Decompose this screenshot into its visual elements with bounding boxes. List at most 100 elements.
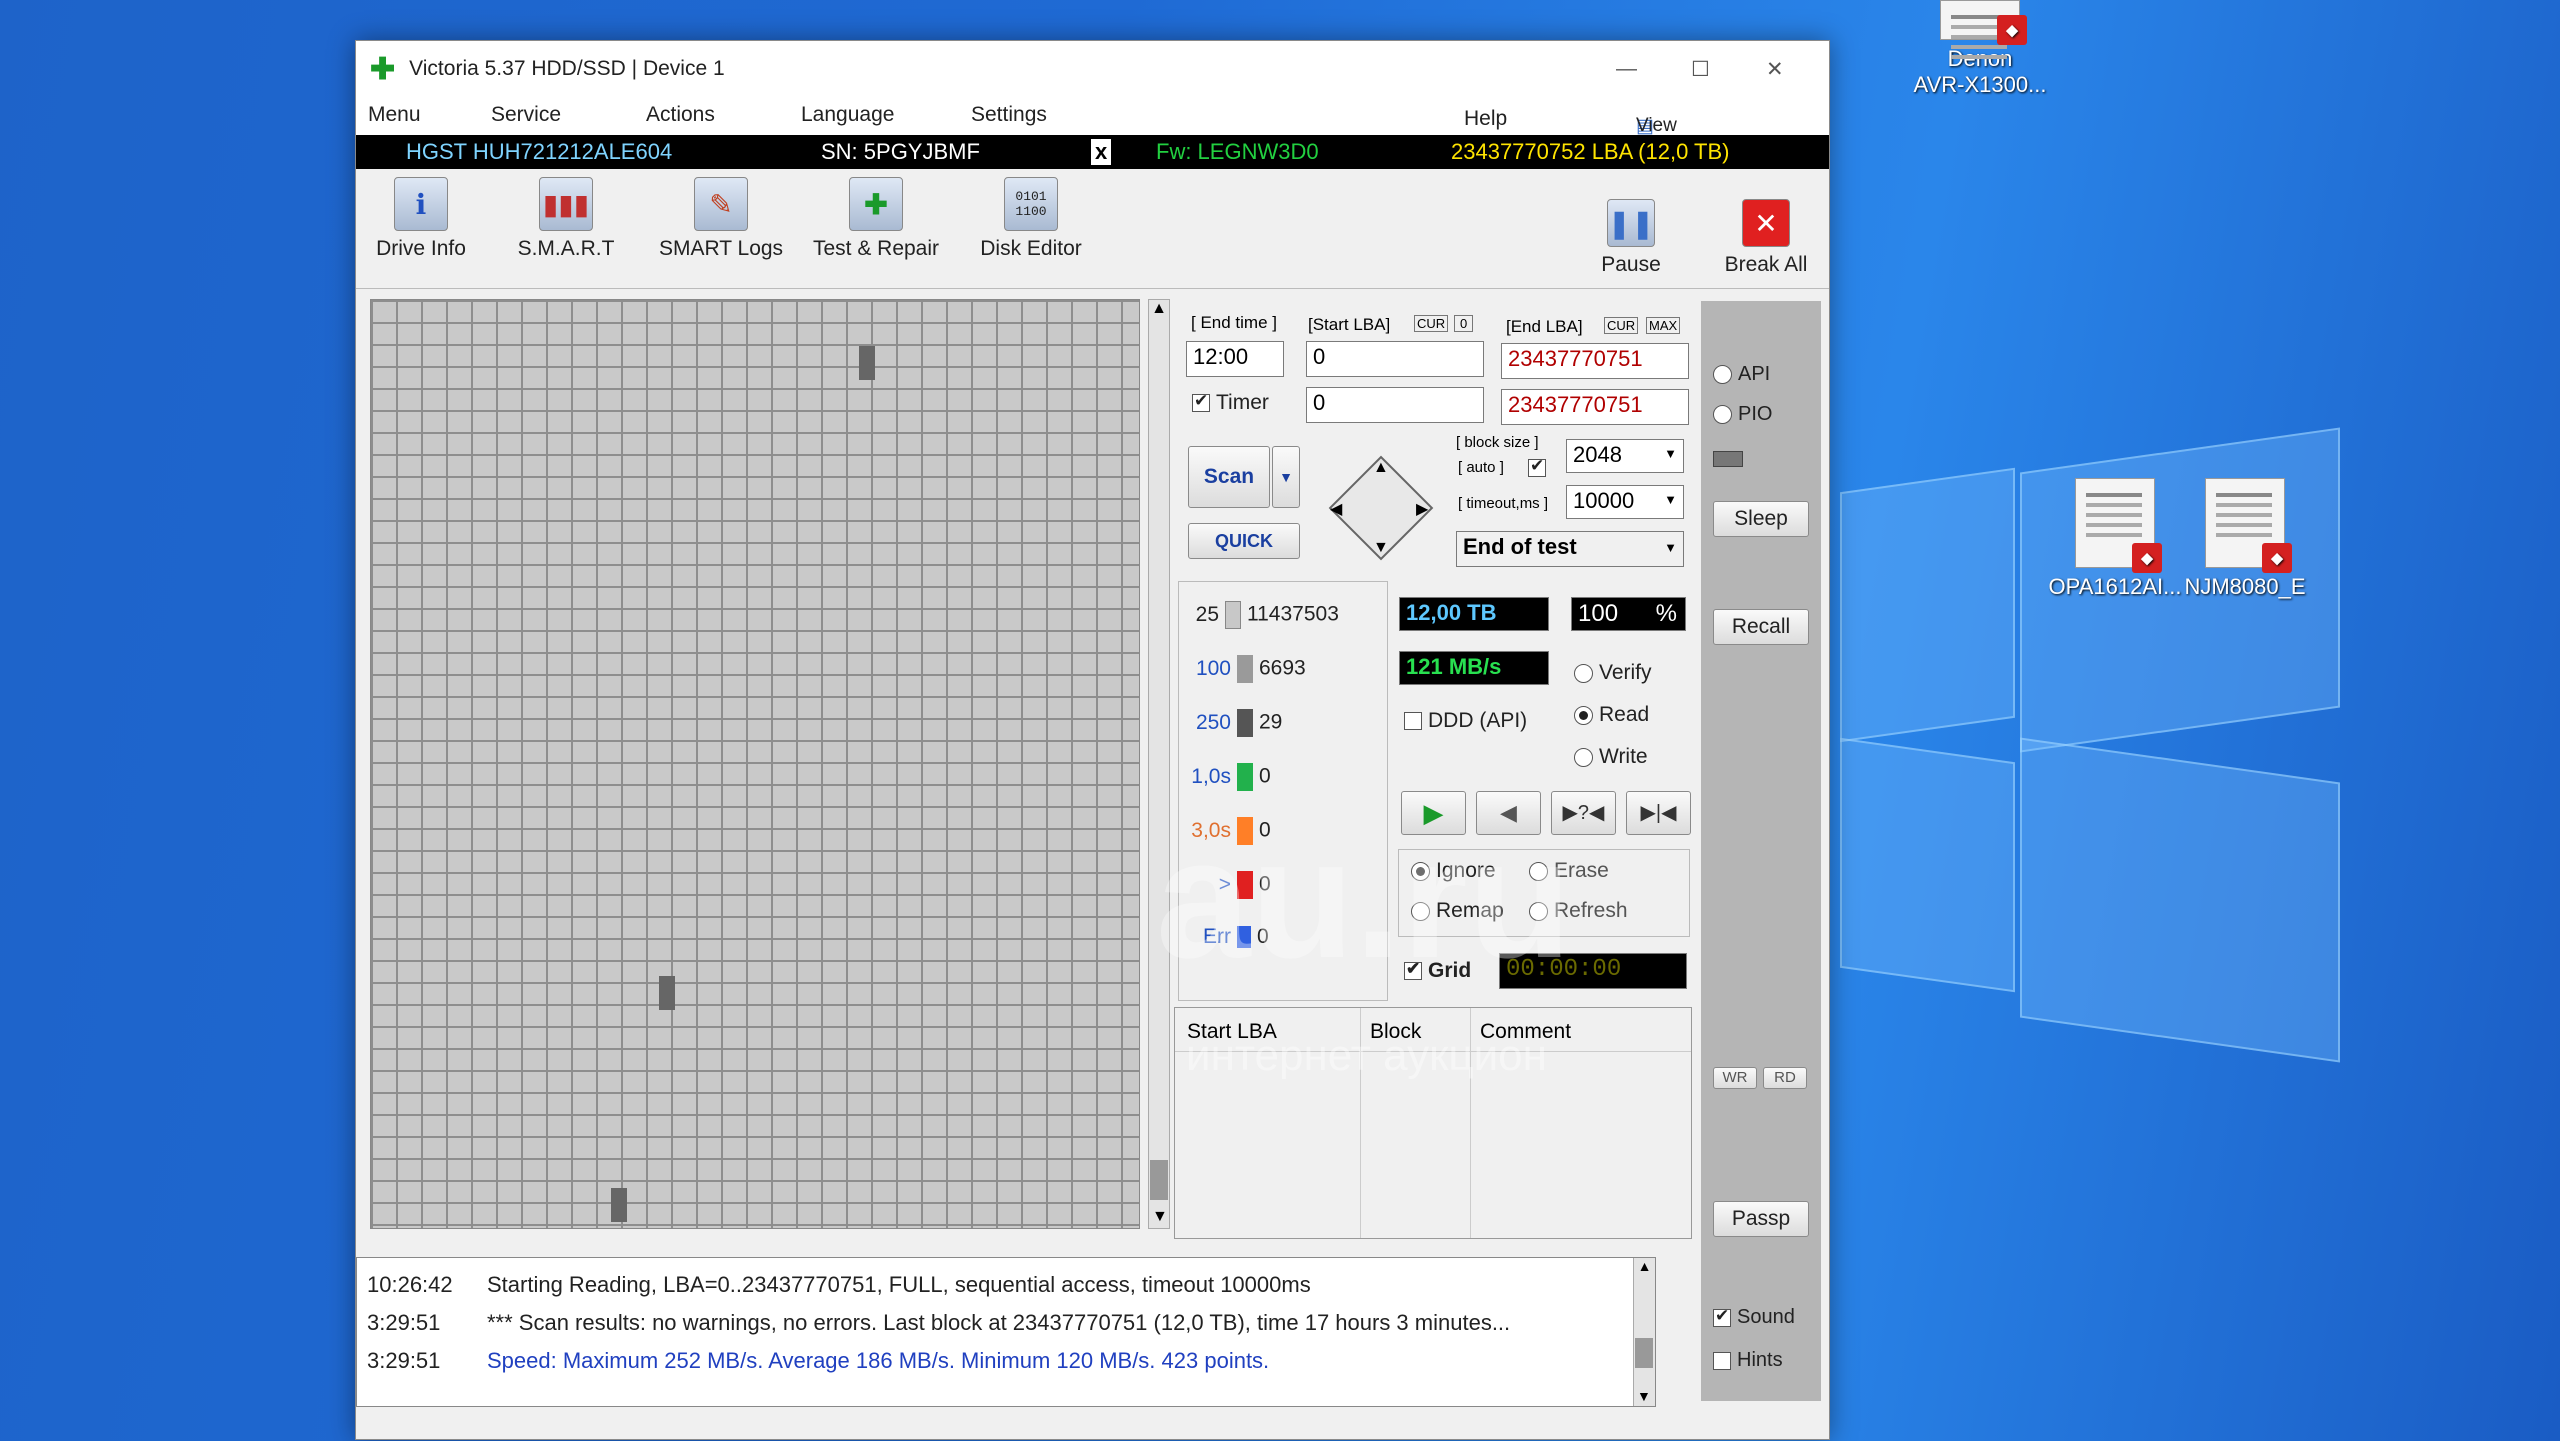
drive-info-label: Drive Info (376, 237, 466, 260)
grid-block-slow (659, 976, 675, 1010)
end-max-button[interactable]: MAX (1646, 317, 1681, 334)
timeout-select[interactable]: 10000 ▼ (1566, 485, 1684, 519)
smart-button[interactable]: ▮▮▮ S.M.A.R.T (501, 177, 631, 261)
hints-label: Hints (1737, 1349, 1783, 1371)
wr-indicator: WR (1713, 1067, 1757, 1089)
menu-item-help[interactable]: Help (1464, 107, 1507, 131)
menu-item-service[interactable]: Service (491, 103, 561, 127)
start-zero-button[interactable]: 0 (1454, 315, 1474, 332)
smart-logs-button[interactable]: ✎ SMART Logs (656, 177, 786, 261)
block-size-select[interactable]: 2048 ▼ (1566, 439, 1684, 473)
break-all-label: Break All (1724, 253, 1808, 276)
recall-label: Recall (1731, 615, 1791, 638)
pdf-file-icon: ⬥ (1940, 0, 2027, 45)
arrow-right-icon[interactable]: ▶ (1416, 499, 1428, 519)
pause-label: Pause (1601, 253, 1661, 276)
desktop-icon-opa1612[interactable]: ⬥ OPA1612AI... (2040, 478, 2190, 600)
write-radio[interactable]: Write (1574, 745, 1648, 769)
size-display: 12,00 TB (1399, 597, 1549, 631)
api-label: API (1738, 363, 1771, 385)
passp-button[interactable]: Passp (1713, 1201, 1809, 1237)
pause-button[interactable]: ❚❚ Pause (1581, 199, 1681, 277)
end-lba-input[interactable]: 23437770751 (1501, 343, 1689, 379)
read-radio[interactable]: Read (1574, 703, 1649, 727)
scan-dropdown-button[interactable]: ▼ (1272, 446, 1300, 508)
minimize-button[interactable]: — (1616, 57, 1637, 81)
direction-pad[interactable]: ▲ ▼ ◀ ▶ (1324, 451, 1439, 566)
start-lba-input[interactable]: 0 (1306, 341, 1484, 377)
verify-label: Verify (1599, 661, 1652, 684)
disk-editor-button[interactable]: 0101 1100 Disk Editor (966, 177, 1096, 261)
menu-item-settings[interactable]: Settings (971, 103, 1047, 127)
read-label: Read (1599, 703, 1650, 726)
scroll-down-arrow-icon[interactable]: ▼ (1152, 1208, 1168, 1226)
histogram-bar (1225, 601, 1241, 629)
butterfly-icon: ▶|◀ (1640, 802, 1677, 824)
timer-checkbox[interactable]: Timer (1192, 391, 1269, 415)
auto-block-checkbox[interactable] (1528, 456, 1552, 477)
smart-logs-label: SMART Logs (658, 237, 784, 260)
log-message: Speed: Maximum 252 MB/s. Average 186 MB/… (487, 1348, 1270, 1373)
passp-label: Passp (1731, 1207, 1791, 1230)
sound-checkbox[interactable]: Sound (1713, 1306, 1795, 1329)
grid-scrollbar[interactable]: ▲ ▼ (1148, 299, 1170, 1229)
test-repair-button[interactable]: ✚ Test & Repair (811, 177, 941, 261)
histogram-label: 1,0s (1191, 764, 1231, 788)
start-cur-button[interactable]: CUR (1414, 315, 1449, 332)
log-time: 3:29:51 (367, 1348, 441, 1373)
test-repair-label: Test & Repair (812, 237, 940, 260)
maximize-button[interactable]: ☐ (1691, 57, 1710, 82)
break-all-button[interactable]: ✕ Break All (1711, 199, 1821, 277)
scroll-thumb[interactable] (1150, 1160, 1168, 1200)
desktop-icon-label: Denon (1947, 46, 2013, 71)
butterfly-button[interactable]: ▶|◀ (1626, 791, 1691, 835)
log-panel: 10:26:42 Starting Reading, LBA=0..2343777… (356, 1257, 1656, 1407)
verify-radio-icon (1574, 663, 1593, 683)
sleep-button[interactable]: Sleep (1713, 501, 1809, 537)
menu-item-language[interactable]: Language (801, 103, 894, 127)
chevron-down-icon: ▼ (1279, 469, 1293, 485)
end-lba-current: 23437770751 (1501, 389, 1689, 425)
log-scrollbar[interactable]: ▲ ▼ (1633, 1258, 1655, 1406)
recall-button[interactable]: Recall (1713, 609, 1809, 645)
log-message: Starting Reading, LBA=0..23437770751, FU… (487, 1272, 1311, 1297)
arrow-down-icon[interactable]: ▼ (1373, 539, 1389, 557)
quick-label: QUICK (1215, 531, 1273, 551)
scroll-up-arrow-icon[interactable]: ▲ (1149, 300, 1169, 318)
drive-close-x[interactable]: x (1091, 139, 1112, 165)
scroll-up-arrow-icon[interactable]: ▲ (1634, 1258, 1655, 1274)
drive-info-button[interactable]: ℹ Drive Info (356, 177, 486, 261)
menu-item-actions[interactable]: Actions (646, 103, 715, 127)
break-x-icon: ✕ (1742, 199, 1790, 247)
menu-bar: Menu Service Actions Language Settings H… (356, 97, 1829, 180)
toolbar: ℹ Drive Info ▮▮▮ S.M.A.R.T ✎ SMART Logs ✚ Te… (356, 169, 1829, 289)
scan-label: Scan (1203, 465, 1255, 488)
quick-button[interactable]: QUICK (1188, 523, 1300, 559)
api-radio[interactable]: API (1713, 363, 1770, 386)
histogram-count: 11437503 (1247, 602, 1339, 626)
close-button[interactable]: ✕ (1766, 57, 1784, 82)
desktop-icon-njm8080[interactable]: ⬥ NJM8080_E (2170, 478, 2320, 600)
hints-checkbox[interactable]: Hints (1713, 1349, 1783, 1372)
menu-item-menu[interactable]: Menu (368, 103, 421, 127)
scroll-thumb[interactable] (1635, 1338, 1653, 1368)
ddd-api-checkbox[interactable]: DDD (API) (1404, 709, 1527, 733)
disk-editor-label: Disk Editor (980, 237, 1082, 260)
arrow-left-icon[interactable]: ◀ (1330, 499, 1342, 519)
end-time-input[interactable]: 12:00 (1186, 341, 1284, 377)
scroll-down-arrow-icon[interactable]: ▼ (1637, 1388, 1651, 1404)
end-action-select[interactable]: End of test ▼ (1456, 531, 1684, 567)
log-message: *** Scan results: no warnings, no errors… (487, 1310, 1511, 1335)
end-cur-button[interactable]: CUR (1604, 317, 1639, 334)
drive-serial: SN: 5PGYJBMF (821, 139, 980, 164)
arrow-up-icon[interactable]: ▲ (1373, 459, 1389, 477)
percent-value: 100 (1578, 600, 1619, 627)
smart-label: S.M.A.R.T (517, 237, 615, 260)
scan-button[interactable]: Scan (1188, 446, 1270, 508)
read-radio-icon (1574, 705, 1593, 725)
desktop-icon-denon[interactable]: ⬥ Denon AVR-X1300... (1905, 0, 2055, 98)
percent-sign: % (1655, 600, 1677, 627)
drive-firmware: Fw: LEGNW3D0 (1156, 139, 1319, 164)
verify-radio[interactable]: Verify (1574, 661, 1652, 685)
pio-radio[interactable]: PIO (1713, 403, 1772, 426)
